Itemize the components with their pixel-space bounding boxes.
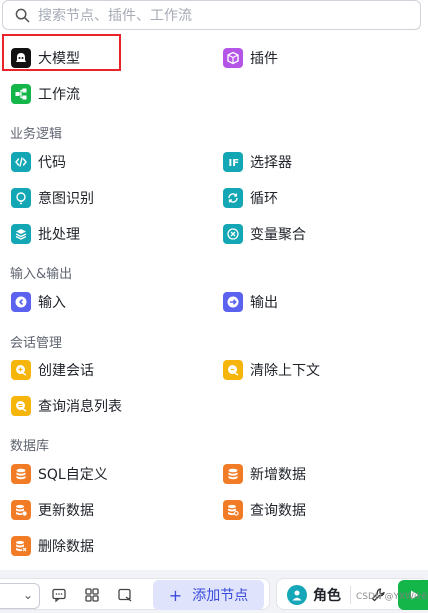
node-item-label: 插件 xyxy=(250,51,278,67)
chevron-down-icon: ⌄ xyxy=(22,588,33,602)
node-item-output[interactable]: 输出 xyxy=(223,289,278,315)
node-item-label: 新增数据 xyxy=(250,467,306,483)
node-item-input[interactable]: 输入 xyxy=(11,289,66,315)
output-icon xyxy=(223,292,243,312)
search-box[interactable]: 搜索节点、插件、工作流 xyxy=(2,0,421,30)
db-add-icon xyxy=(223,464,243,484)
section-title-io: 输入&输出 xyxy=(10,267,73,282)
node-item-selector[interactable]: IF 选择器 xyxy=(223,149,292,175)
avatar-icon xyxy=(287,585,307,605)
node-item-label: 查询消息列表 xyxy=(38,399,122,415)
svg-text:IF: IF xyxy=(229,158,240,169)
llm-icon xyxy=(11,48,31,68)
add-node-label: 添加节点 xyxy=(192,588,249,604)
node-item-label: 意图识别 xyxy=(38,191,94,207)
node-item-label: 输出 xyxy=(250,295,278,311)
intent-icon xyxy=(11,188,31,208)
plugin-icon xyxy=(223,48,243,68)
node-item-label: 大模型 xyxy=(38,51,80,67)
message-list-icon xyxy=(11,396,31,416)
comment-icon[interactable] xyxy=(51,587,67,603)
code-icon xyxy=(11,152,31,172)
node-item-label: 工作流 xyxy=(38,87,80,103)
node-item-label: SQL自定义 xyxy=(38,467,108,483)
node-item-label: 代码 xyxy=(38,155,66,171)
node-item-db-update[interactable]: 更新数据 xyxy=(11,497,94,523)
if-selector-icon: IF xyxy=(223,152,243,172)
db-delete-icon xyxy=(11,536,31,556)
note-icon[interactable] xyxy=(117,587,133,603)
node-item-code[interactable]: 代码 xyxy=(11,149,66,175)
role-label: 角色 xyxy=(313,588,341,604)
variable-aggregate-icon xyxy=(223,224,243,244)
node-item-workflow[interactable]: 工作流 xyxy=(11,81,80,107)
zoom-select[interactable]: ⌄ xyxy=(0,583,40,609)
sql-icon xyxy=(11,464,31,484)
node-item-db-delete[interactable]: 删除数据 xyxy=(11,533,94,559)
input-icon xyxy=(11,292,31,312)
node-item-loop[interactable]: 循环 xyxy=(223,185,278,211)
node-item-label: 批处理 xyxy=(38,227,80,243)
node-item-llm[interactable]: 大模型 xyxy=(11,45,80,71)
toolbar-divider xyxy=(350,586,351,604)
search-input[interactable]: 搜索节点、插件、工作流 xyxy=(38,5,192,25)
node-item-variable-aggregate[interactable]: 变量聚合 xyxy=(223,221,306,247)
node-item-label: 清除上下文 xyxy=(250,363,320,379)
node-item-label: 创建会话 xyxy=(38,363,94,379)
node-item-label: 选择器 xyxy=(250,155,292,171)
watermark: CSDN @YXWik6 xyxy=(356,592,428,602)
search-icon xyxy=(15,8,30,22)
section-title-business-logic: 业务逻辑 xyxy=(10,127,63,142)
node-item-label: 更新数据 xyxy=(38,503,94,519)
create-conversation-icon xyxy=(11,360,31,380)
node-item-db-add[interactable]: 新增数据 xyxy=(223,461,306,487)
node-item-clear-context[interactable]: 清除上下文 xyxy=(223,357,320,383)
node-item-label: 变量聚合 xyxy=(250,227,306,243)
layout-grid-icon[interactable] xyxy=(84,587,100,603)
plus-icon: + xyxy=(168,585,183,605)
node-item-plugin[interactable]: 插件 xyxy=(223,45,278,71)
add-node-button[interactable]: + 添加节点 xyxy=(153,580,264,610)
node-item-create-conversation[interactable]: 创建会话 xyxy=(11,357,94,383)
node-item-label: 循环 xyxy=(250,191,278,207)
section-title-conversation: 会话管理 xyxy=(10,336,63,351)
node-item-label: 删除数据 xyxy=(38,539,94,555)
workflow-icon xyxy=(11,84,31,104)
batch-icon xyxy=(11,224,31,244)
node-item-batch[interactable]: 批处理 xyxy=(11,221,80,247)
node-item-label: 查询数据 xyxy=(250,503,306,519)
loop-icon xyxy=(223,188,243,208)
db-update-icon xyxy=(11,500,31,520)
role-button[interactable]: 角色 xyxy=(287,584,341,606)
node-picker-panel: 搜索节点、插件、工作流 大模型 插件 工作流 业务逻辑 代码 IF 选择器 意图… xyxy=(0,0,428,570)
node-item-sql[interactable]: SQL自定义 xyxy=(11,461,108,487)
section-title-database: 数据库 xyxy=(10,439,50,454)
node-item-intent[interactable]: 意图识别 xyxy=(11,185,94,211)
node-item-label: 输入 xyxy=(38,295,66,311)
clear-context-icon xyxy=(223,360,243,380)
node-item-message-list[interactable]: 查询消息列表 xyxy=(11,393,122,419)
node-item-db-query[interactable]: 查询数据 xyxy=(223,497,306,523)
db-query-icon xyxy=(223,500,243,520)
